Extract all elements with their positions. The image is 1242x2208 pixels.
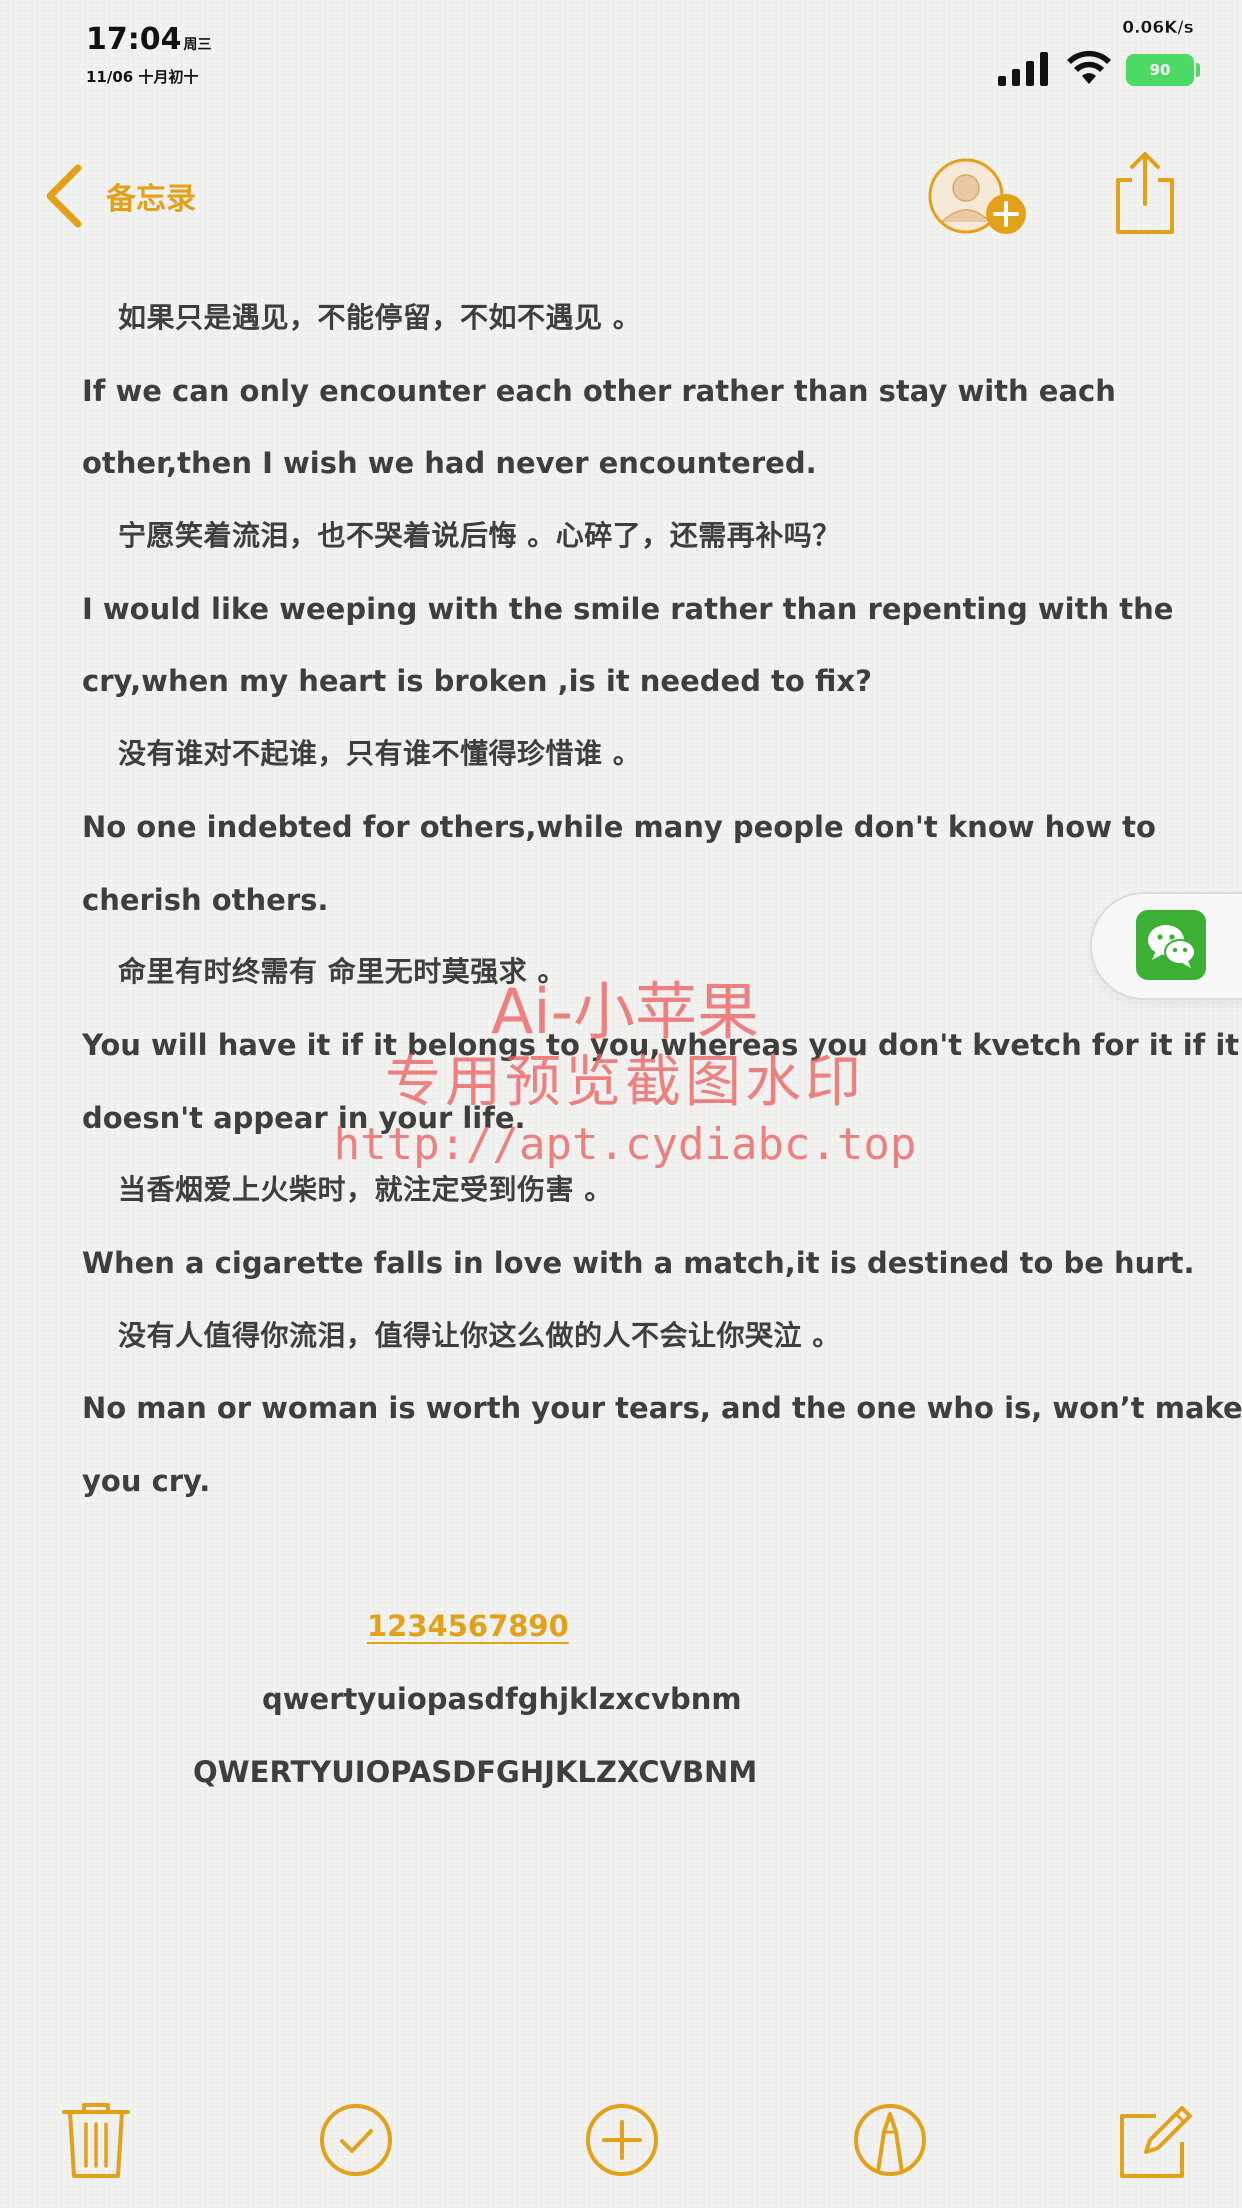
note-line-cn: 如果只是遇见，不能停留，不如不遇见 。 <box>118 301 642 334</box>
status-weekday: 周三 <box>183 37 212 53</box>
status-time: 17:04 周三 <box>86 22 212 57</box>
cellular-signal-icon <box>998 52 1048 86</box>
note-line-cn: 没有谁对不起谁，只有谁不懂得珍惜谁 。 <box>118 737 642 771</box>
digits-line: 1234567890 <box>82 1590 1182 1663</box>
status-date: 11/06 十月初十 <box>86 68 199 86</box>
wechat-icon <box>1136 910 1206 980</box>
note-blank-line <box>82 1518 1182 1591</box>
note-line-en: No one indebted for others,while many pe… <box>82 809 1156 844</box>
note-line-cn: 命里有时终需有 命里无时莫强求 。 <box>118 955 566 989</box>
back-button[interactable]: 备忘录 <box>42 160 196 232</box>
wechat-float-button[interactable] <box>1092 894 1242 998</box>
wifi-icon <box>1067 50 1111 84</box>
network-speed: 0.06K/s <box>1122 18 1194 38</box>
checkmark-circle-icon[interactable] <box>316 2100 396 2180</box>
note-line-en: When a cigarette falls in love with a ma… <box>82 1245 1195 1280</box>
share-icon[interactable] <box>1114 150 1176 236</box>
note-line-en: I would like weeping with the smile rath… <box>82 591 1174 626</box>
pen-circle-icon[interactable] <box>850 2100 930 2180</box>
note-line-cn: 没有人值得你流泪，值得让你这么做的人不会让你哭泣 。 <box>118 1318 841 1352</box>
note-line-en: If we can only encounter each other rath… <box>82 373 1116 408</box>
note-line-en: other,then I wish we had never encounter… <box>82 446 817 481</box>
compose-icon[interactable] <box>1116 2100 1196 2180</box>
note-line-en: doesn't appear in your life. <box>82 1100 526 1135</box>
note-line-en: cherish others. <box>82 882 329 917</box>
add-person-icon[interactable] <box>926 156 1030 240</box>
note-line-cn: 宁愿笑着流泪，也不哭着说后悔 。心碎了，还需再补吗？ <box>118 519 841 553</box>
note-line-en: cry,when my heart is broken ,is it neede… <box>82 664 872 699</box>
lowercase-line: qwertyuiopasdfghjklzxcvbnm <box>262 1682 742 1717</box>
back-label: 备忘录 <box>106 182 196 217</box>
plus-circle-icon[interactable] <box>582 2100 662 2180</box>
battery-nub <box>1196 63 1200 77</box>
note-line-en: you cry. <box>82 1464 211 1498</box>
battery-indicator: 90 <box>1126 54 1194 86</box>
note-line-cn: 当香烟爱上火柴时，就注定受到伤害 。 <box>118 1173 613 1207</box>
note-line-en: You will have it if it belongs to you,wh… <box>82 1027 1240 1062</box>
note-body[interactable]: 如果只是遇见，不能停留，不如不遇见 。 If we can only encou… <box>82 282 1242 1808</box>
note-line-en: No man or woman is worth your tears, and… <box>82 1391 1242 1426</box>
trash-icon[interactable] <box>56 2100 136 2180</box>
chevron-left-icon <box>46 164 82 228</box>
phone-number-link[interactable]: 1234567890 <box>367 1609 569 1643</box>
uppercase-line: QWERTYUIOPASDFGHJKLZXCVBNM <box>193 1754 758 1789</box>
